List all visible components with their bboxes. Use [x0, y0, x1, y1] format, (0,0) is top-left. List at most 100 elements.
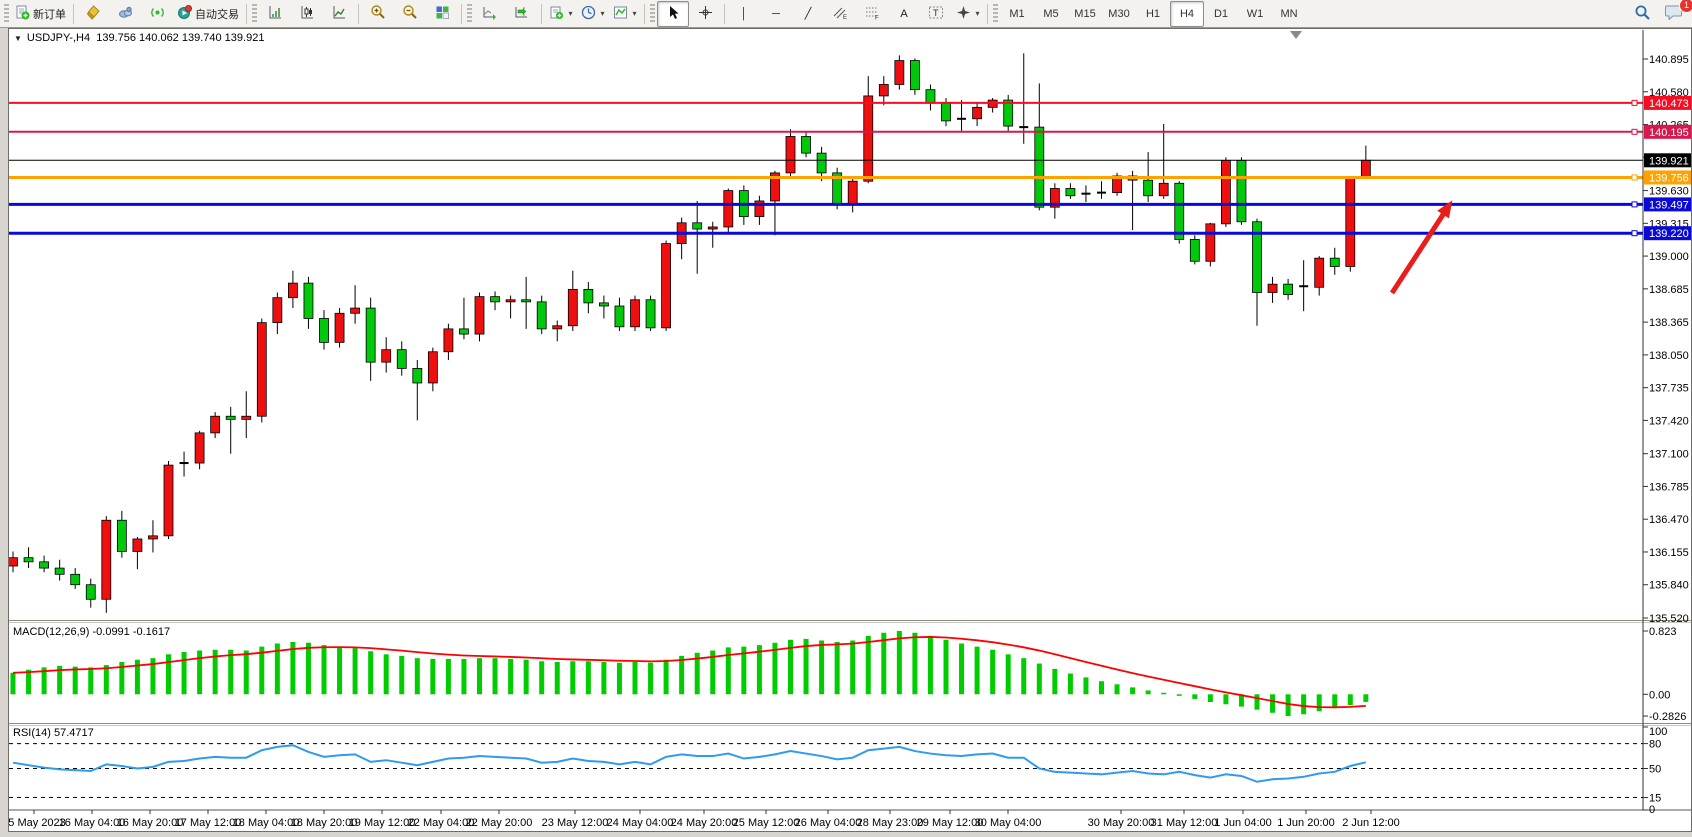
- timeframe-toolbar: M1M5M15M30H1H4D1W1MN: [1000, 1, 1306, 27]
- autotrade-label: 自动交易: [195, 6, 239, 22]
- autotrade-button[interactable]: 自动交易: [173, 1, 243, 27]
- svg-text:F: F: [875, 15, 879, 20]
- svg-text:139.220: 139.220: [1649, 228, 1689, 240]
- svg-text:136.470: 136.470: [1649, 514, 1689, 526]
- autotrade-icon: [177, 5, 192, 23]
- svg-text:0.823: 0.823: [1649, 626, 1677, 638]
- candle-chart-icon: [300, 5, 315, 23]
- timeframe-button-W1[interactable]: W1: [1238, 1, 1272, 27]
- toolbar: 新订单 自动交易 ▾ ▾ ▾ │ ─ ╱ E F A T ▾ M1M5M15M3…: [0, 0, 1692, 28]
- new-order-button[interactable]: 新订单: [11, 1, 70, 27]
- line-chart-icon: [332, 5, 347, 23]
- svg-text:31 May 12:00: 31 May 12:00: [1151, 817, 1218, 829]
- svg-text:16 May 20:00: 16 May 20:00: [117, 817, 184, 829]
- brush-button[interactable]: [77, 1, 109, 27]
- svg-text:18 May 20:00: 18 May 20:00: [291, 817, 358, 829]
- svg-text:-0.2826: -0.2826: [1649, 711, 1686, 723]
- toolbar-grip[interactable]: [4, 4, 9, 24]
- arrows-button[interactable]: ▾: [952, 1, 984, 27]
- brush-icon: [86, 5, 101, 23]
- trendline-icon: ╱: [805, 7, 812, 20]
- tile-windows-button[interactable]: [426, 1, 458, 27]
- svg-text:138.685: 138.685: [1649, 284, 1689, 296]
- toolbar-separator: [987, 4, 988, 24]
- svg-text:140.895: 140.895: [1649, 54, 1689, 66]
- text-button[interactable]: A: [888, 1, 920, 27]
- crosshair-button[interactable]: [689, 1, 721, 27]
- candle-chart-button[interactable]: [291, 1, 323, 27]
- toolbar-grip[interactable]: [467, 4, 472, 24]
- toolbar-separator: [461, 4, 462, 24]
- timeframe-button-MN[interactable]: MN: [1272, 1, 1306, 27]
- svg-text:100: 100: [1649, 726, 1667, 738]
- macd-values: -0.0991 -0.1617: [92, 626, 170, 638]
- svg-text:137.735: 137.735: [1649, 383, 1689, 395]
- signal-button[interactable]: [141, 1, 173, 27]
- svg-text:136.785: 136.785: [1649, 481, 1689, 493]
- cloud-button[interactable]: [109, 1, 141, 27]
- timeframe-button-M30[interactable]: M30: [1102, 1, 1136, 27]
- timeframe-button-M1[interactable]: M1: [1000, 1, 1034, 27]
- text-label-icon: T: [928, 5, 944, 23]
- svg-text:18 May 04:00: 18 May 04:00: [233, 817, 300, 829]
- timeframe-button-D1[interactable]: D1: [1204, 1, 1238, 27]
- svg-text:2 Jun 12:00: 2 Jun 12:00: [1342, 817, 1400, 829]
- toolbar-grip[interactable]: [252, 4, 257, 24]
- svg-text:22 May 20:00: 22 May 20:00: [466, 817, 533, 829]
- toolbar-separator: [724, 4, 725, 24]
- rsi-value: 57.4717: [54, 727, 94, 739]
- toolbar-grip[interactable]: [993, 4, 998, 24]
- fibonacci-icon: F: [864, 5, 880, 23]
- svg-text:25 May 12:00: 25 May 12:00: [733, 817, 800, 829]
- search-button[interactable]: [1626, 1, 1658, 27]
- macd-indicator-label: MACD(12,26,9) -0.0991 -0.1617: [13, 626, 170, 638]
- chart-title-ohlc: 139.756 140.062 139.740 139.921: [96, 32, 264, 44]
- trendline-button[interactable]: ╱: [792, 1, 824, 27]
- timeframe-button-M15[interactable]: M15: [1068, 1, 1102, 27]
- svg-text:15 May 2023: 15 May 2023: [8, 817, 66, 829]
- toolbar-separator: [541, 4, 542, 24]
- chat-button[interactable]: 1: [1658, 1, 1690, 27]
- svg-text:0: 0: [1649, 804, 1655, 816]
- svg-text:30 May 20:00: 30 May 20:00: [1088, 817, 1155, 829]
- autoscroll-button[interactable]: [474, 1, 506, 27]
- symbol-dropdown-icon[interactable]: ▼: [14, 34, 22, 43]
- svg-text:1 Jun 20:00: 1 Jun 20:00: [1277, 817, 1335, 829]
- svg-text:140.473: 140.473: [1649, 98, 1689, 110]
- zoom-out-icon: [402, 4, 418, 23]
- timeframe-button-H1[interactable]: H1: [1136, 1, 1170, 27]
- chart-canvas[interactable]: 140.895140.580140.265139.950139.630139.3…: [8, 28, 1692, 832]
- svg-text:139.756: 139.756: [1649, 172, 1689, 184]
- rsi-name: RSI(14): [13, 727, 51, 739]
- arrows-icon: [956, 5, 971, 23]
- cursor-button[interactable]: [657, 1, 689, 27]
- period-button[interactable]: ▾: [577, 1, 609, 27]
- horizontal-line-icon: ─: [772, 8, 780, 20]
- svg-text:135.520: 135.520: [1649, 613, 1689, 625]
- bar-chart-icon: [268, 5, 283, 23]
- indicators-button[interactable]: ▾: [609, 1, 641, 27]
- toolbar-grip[interactable]: [650, 4, 655, 24]
- bar-chart-button[interactable]: [259, 1, 291, 27]
- svg-text:139.497: 139.497: [1649, 199, 1689, 211]
- template-icon: [549, 5, 564, 23]
- line-chart-button[interactable]: [323, 1, 355, 27]
- svg-text:80: 80: [1649, 739, 1661, 751]
- notification-badge: 1: [1679, 0, 1692, 13]
- zoom-in-button[interactable]: [362, 1, 394, 27]
- svg-text:28 May 23:00: 28 May 23:00: [857, 817, 924, 829]
- timeframe-button-H4[interactable]: H4: [1170, 1, 1204, 27]
- zoom-out-button[interactable]: [394, 1, 426, 27]
- fibonacci-button[interactable]: F: [856, 1, 888, 27]
- template-button[interactable]: ▾: [545, 1, 577, 27]
- svg-text:139.921: 139.921: [1649, 155, 1689, 167]
- chevron-down-icon: ▾: [600, 9, 604, 18]
- chart-shift-button[interactable]: [506, 1, 538, 27]
- channel-button[interactable]: E: [824, 1, 856, 27]
- crosshair-icon: [698, 5, 713, 23]
- timeframe-button-M5[interactable]: M5: [1034, 1, 1068, 27]
- text-label-button[interactable]: T: [920, 1, 952, 27]
- vertical-line-button[interactable]: │: [728, 1, 760, 27]
- horizontal-line-button[interactable]: ─: [760, 1, 792, 27]
- svg-text:137.420: 137.420: [1649, 415, 1689, 427]
